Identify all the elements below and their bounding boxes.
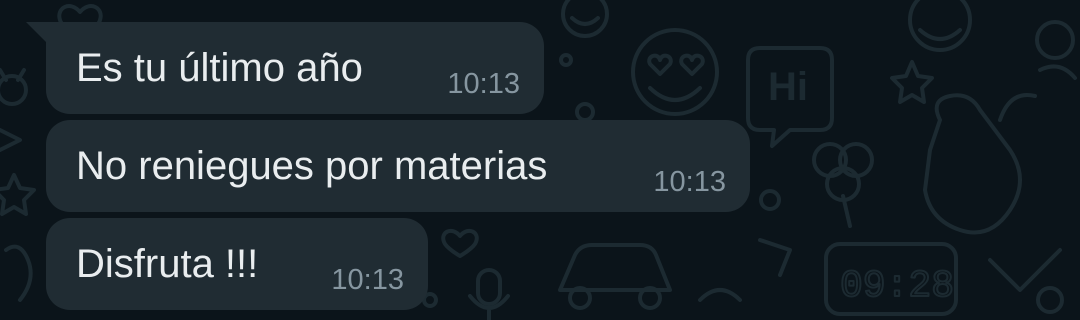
message-timestamp: 10:13	[331, 264, 404, 296]
message-text: Es tu último año	[76, 46, 363, 90]
message-text: No reniegues por materias	[76, 144, 548, 188]
message-list: Es tu último año 10:13 No reniegues por …	[0, 0, 1080, 320]
message-bubble[interactable]: Es tu último año 10:13	[26, 22, 544, 114]
message-timestamp: 10:13	[447, 68, 520, 100]
message-text: Disfruta !!!	[76, 242, 259, 286]
message-bubble[interactable]: No reniegues por materias 10:13	[46, 120, 750, 212]
message-bubble[interactable]: Disfruta !!! 10:13	[46, 218, 428, 310]
message-timestamp: 10:13	[653, 166, 726, 198]
bubble-tail	[26, 22, 48, 44]
